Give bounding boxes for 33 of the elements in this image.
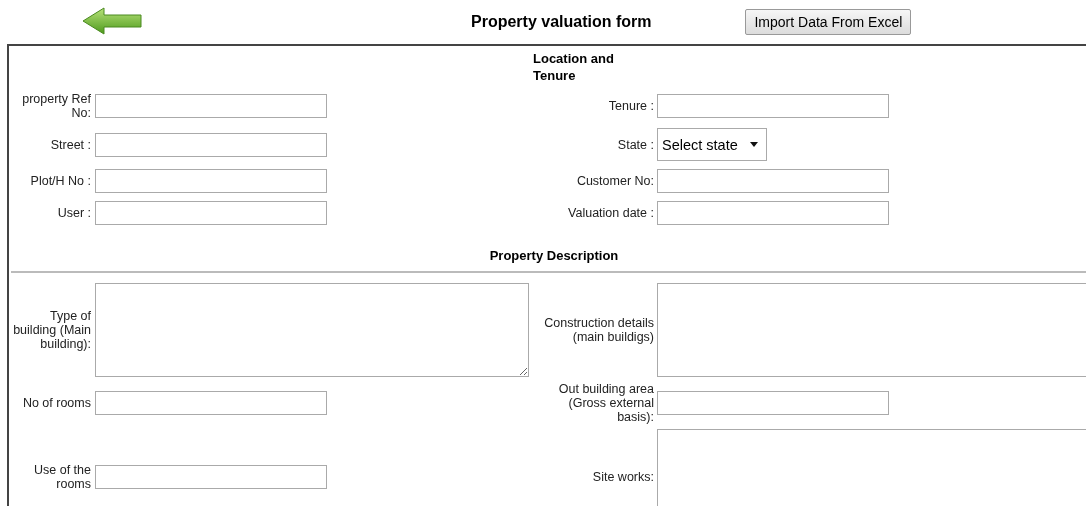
state-dropdown[interactable]: Select state <box>657 128 767 161</box>
text-field[interactable] <box>95 391 327 415</box>
text-field[interactable] <box>657 169 889 193</box>
field-label: Valuation date : <box>568 206 654 220</box>
field-label: No of rooms <box>22 396 91 410</box>
field-label: Site works: <box>592 470 654 484</box>
field-label: Out building area (Gross external basis): <box>558 382 654 424</box>
text-field[interactable] <box>95 169 327 193</box>
field-label: Tenure : <box>608 99 654 113</box>
field-label: Construction details (main buildigs) <box>544 316 654 344</box>
field-label: Plot/H No : <box>30 174 91 188</box>
section-heading: Location and Tenure <box>533 50 615 84</box>
text-field[interactable] <box>95 465 327 489</box>
text-field[interactable] <box>95 132 327 157</box>
field-label: Street : <box>50 137 91 152</box>
text-field[interactable] <box>95 201 327 225</box>
form-title: Property valuation form <box>471 13 652 31</box>
field-label: User : <box>57 206 91 220</box>
section-heading: Property Description <box>489 248 619 263</box>
caret-icon <box>749 142 758 147</box>
field-label: Use of the rooms <box>34 463 91 491</box>
text-field[interactable] <box>657 391 889 415</box>
text-field[interactable] <box>657 201 889 225</box>
text-field[interactable] <box>95 94 327 118</box>
text-field[interactable] <box>657 94 889 118</box>
back-arrow-icon[interactable] <box>82 7 142 35</box>
field-label: property Ref No: <box>22 92 91 120</box>
field-label: Customer No: <box>576 174 654 188</box>
field-label: State : <box>617 137 654 152</box>
import-button[interactable]: Import Data From Excel <box>745 9 912 35</box>
field-label: Type of building (Main building): <box>13 309 91 351</box>
text-area[interactable] <box>95 283 529 377</box>
text-area[interactable] <box>657 283 1086 377</box>
